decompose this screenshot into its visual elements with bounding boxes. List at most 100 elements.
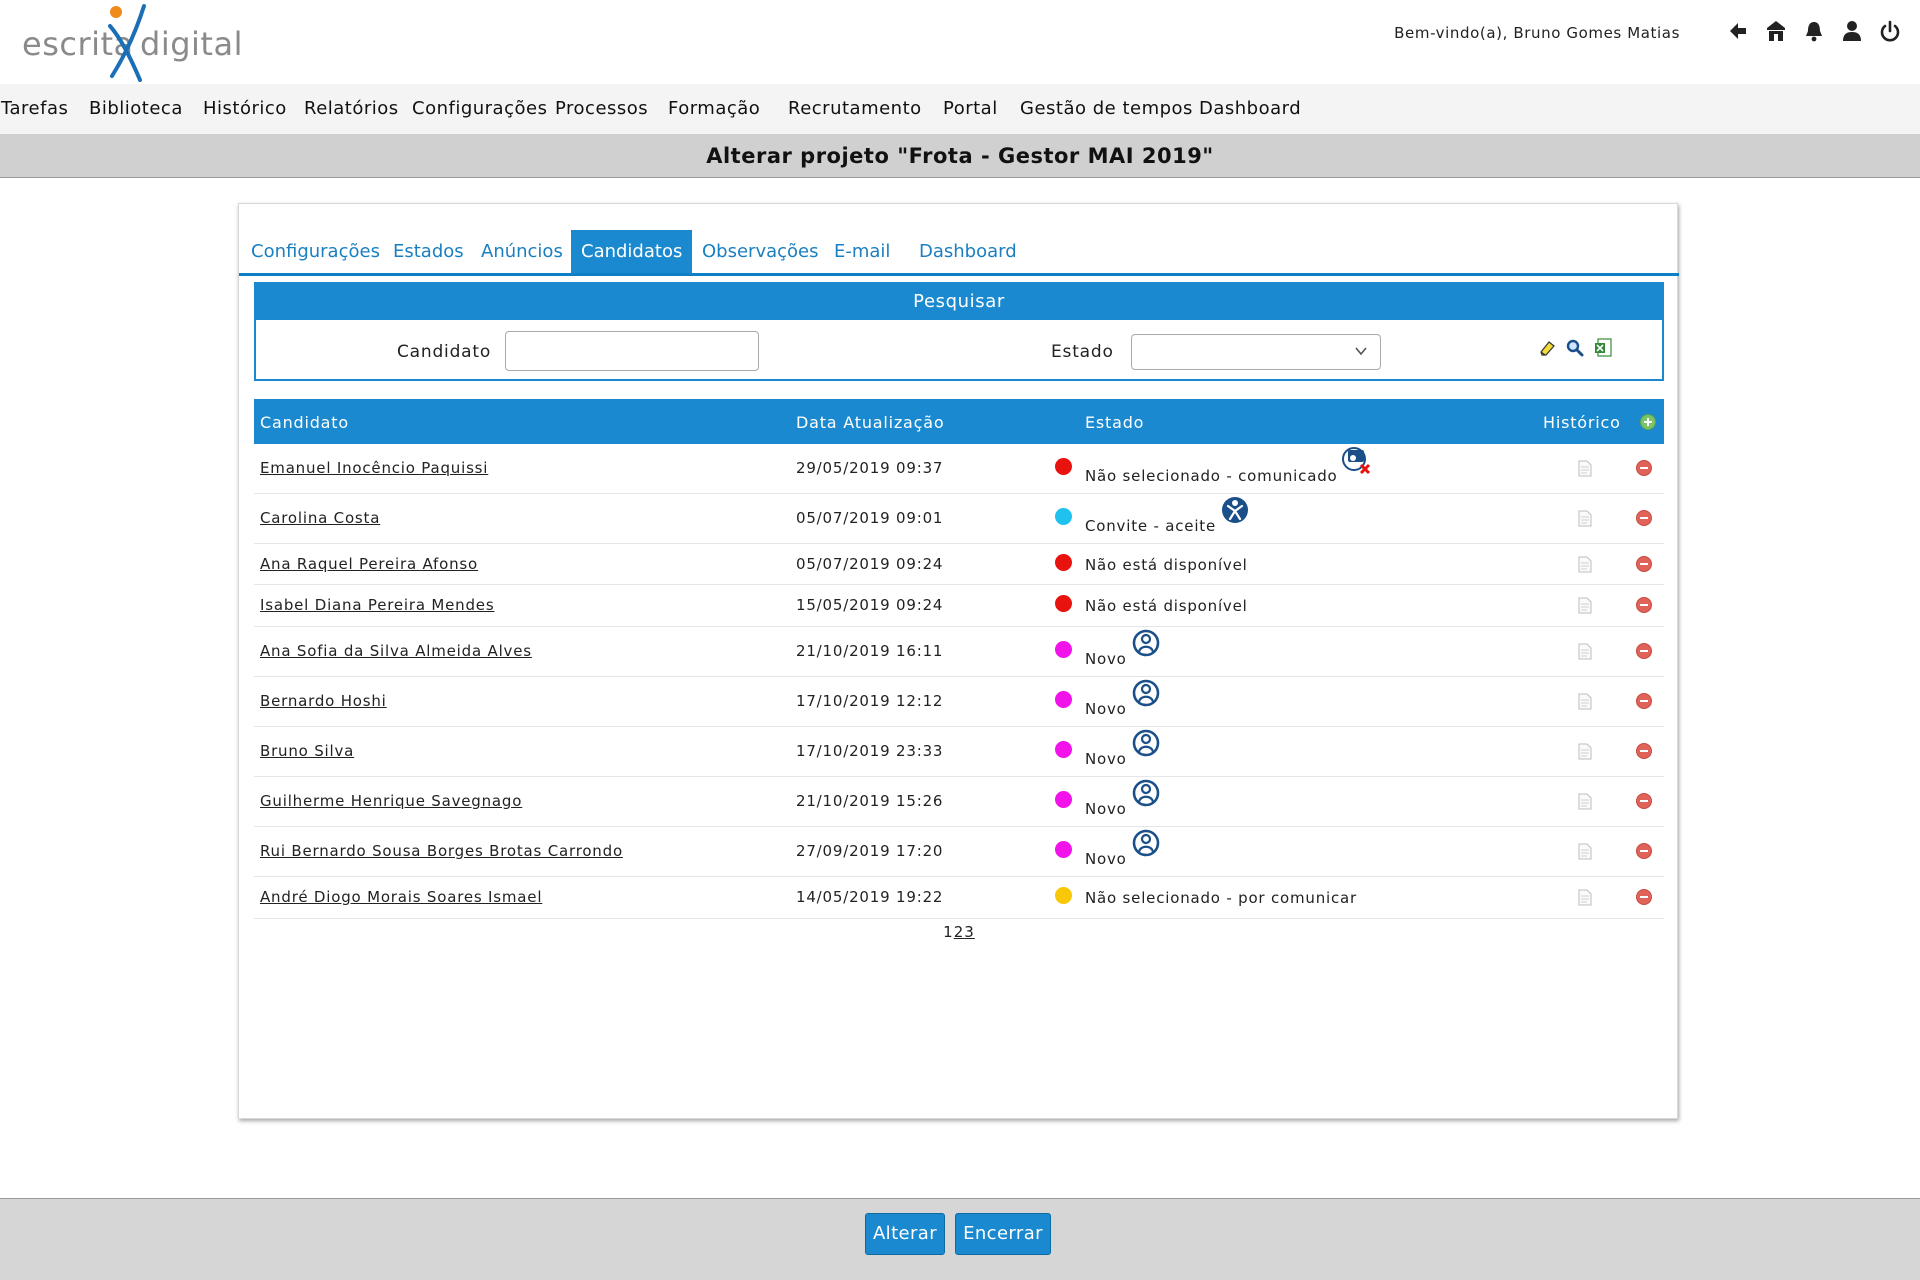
tab-dashboard[interactable]: Dashboard xyxy=(909,230,1027,273)
tab-observacoes[interactable]: Observações xyxy=(692,230,829,273)
remove-candidate-icon[interactable] xyxy=(1636,793,1652,809)
history-document-icon[interactable] xyxy=(1578,843,1592,860)
candidate-name-link[interactable]: Bernardo Hoshi xyxy=(260,692,387,710)
updated-date: 05/07/2019 09:24 xyxy=(796,555,944,573)
back-arrow-icon[interactable] xyxy=(1726,18,1750,44)
candidate-filter-label: Candidato xyxy=(397,342,492,362)
nav-item-configuracoes[interactable]: Configurações xyxy=(412,98,547,119)
page-title-bar: Alterar projeto "Frota - Gestor MAI 2019… xyxy=(0,134,1920,178)
nav-item-biblioteca[interactable]: Biblioteca xyxy=(89,98,183,119)
table-row: Ana Sofia da Silva Almeida Alves 21/10/20… xyxy=(254,627,1664,677)
candidate-state: Não está disponível xyxy=(1085,597,1248,615)
table-row: Bernardo Hoshi 17/10/2019 12:12 Novo xyxy=(254,677,1664,727)
candidate-name-link[interactable]: Isabel Diana Pereira Mendes xyxy=(260,596,494,614)
invite-accepted-icon xyxy=(1220,495,1250,529)
remove-candidate-icon[interactable] xyxy=(1636,843,1652,859)
status-dot xyxy=(1055,595,1072,612)
close-project-button[interactable]: Encerrar xyxy=(955,1213,1051,1255)
column-header-updated[interactable]: Data Atualização xyxy=(796,413,944,432)
remove-candidate-icon[interactable] xyxy=(1636,510,1652,526)
history-document-icon[interactable] xyxy=(1578,743,1592,760)
history-document-icon[interactable] xyxy=(1578,793,1592,810)
candidate-name-link[interactable]: Guilherme Henrique Savegnago xyxy=(260,792,522,810)
nav-item-dashboard[interactable]: Dashboard xyxy=(1199,98,1301,119)
nav-item-portal[interactable]: Portal xyxy=(943,98,998,119)
nav-item-recrutamento[interactable]: Recrutamento xyxy=(788,98,922,119)
column-header-candidate[interactable]: Candidato xyxy=(260,413,349,432)
column-header-state[interactable]: Estado xyxy=(1085,413,1144,432)
search-icon[interactable] xyxy=(1564,337,1586,359)
remove-candidate-icon[interactable] xyxy=(1636,556,1652,572)
remove-candidate-icon[interactable] xyxy=(1636,743,1652,759)
history-document-icon[interactable] xyxy=(1578,597,1592,614)
tab-email[interactable]: E-mail xyxy=(824,230,900,273)
new-candidate-icon xyxy=(1131,778,1161,812)
table-row: Ana Raquel Pereira Afonso 05/07/2019 09:2… xyxy=(254,544,1664,585)
header-icons xyxy=(1726,18,1902,44)
table-row: Guilherme Henrique Savegnago 21/10/2019 1… xyxy=(254,777,1664,827)
remove-candidate-icon[interactable] xyxy=(1636,643,1652,659)
status-dot xyxy=(1055,554,1072,571)
remove-candidate-icon[interactable] xyxy=(1636,460,1652,476)
page-link-3[interactable]: 3 xyxy=(964,923,975,941)
state-filter-label: Estado xyxy=(1051,342,1114,362)
candidate-name-link[interactable]: Bruno Silva xyxy=(260,742,354,760)
page-link-2[interactable]: 2 xyxy=(954,923,965,941)
candidate-name-link[interactable]: Rui Bernardo Sousa Borges Brotas Carrond… xyxy=(260,842,623,860)
nav-item-historico[interactable]: Histórico xyxy=(203,98,287,119)
history-document-icon[interactable] xyxy=(1578,510,1592,527)
history-document-icon[interactable] xyxy=(1578,693,1592,710)
excel-export-icon[interactable] xyxy=(1592,337,1614,359)
nav-item-relatorios[interactable]: Relatórios xyxy=(304,98,399,119)
nav-item-gestao-de-tempos[interactable]: Gestão de tempos xyxy=(1020,98,1193,119)
updated-date: 17/10/2019 12:12 xyxy=(796,692,944,710)
new-candidate-icon xyxy=(1131,678,1161,712)
power-icon[interactable] xyxy=(1878,18,1902,44)
candidate-state: Não selecionado - por comunicar xyxy=(1085,889,1357,907)
nav-item-tarefas[interactable]: Tarefas xyxy=(1,98,68,119)
eraser-icon[interactable] xyxy=(1536,337,1558,359)
bell-icon[interactable] xyxy=(1802,18,1826,44)
search-tools xyxy=(1536,337,1614,359)
candidate-name-link[interactable]: Emanuel Inocêncio Paquissi xyxy=(260,459,488,477)
pagination: 123 xyxy=(254,923,1664,941)
tab-configuracoes[interactable]: Configurações xyxy=(241,230,390,273)
candidate-name-link[interactable]: Ana Raquel Pereira Afonso xyxy=(260,555,478,573)
add-candidate-icon[interactable] xyxy=(1640,414,1656,430)
logo-text-digital: digital xyxy=(140,25,243,63)
user-icon[interactable] xyxy=(1840,18,1864,44)
status-dot xyxy=(1055,641,1072,658)
updated-date: 21/10/2019 15:26 xyxy=(796,792,944,810)
tab-estados[interactable]: Estados xyxy=(383,230,474,273)
nav-item-processos[interactable]: Processos xyxy=(555,98,648,119)
candidate-name-link[interactable]: André Diogo Morais Soares Ismael xyxy=(260,888,542,906)
remove-candidate-icon[interactable] xyxy=(1636,889,1652,905)
table-body: Emanuel Inocêncio Paquissi 29/05/2019 09:… xyxy=(254,444,1664,919)
candidate-filter-input[interactable] xyxy=(505,331,759,371)
history-document-icon[interactable] xyxy=(1578,556,1592,573)
remove-candidate-icon[interactable] xyxy=(1636,693,1652,709)
history-document-icon[interactable] xyxy=(1578,643,1592,660)
app-logo[interactable]: escrita digital xyxy=(22,0,242,84)
candidate-name-link[interactable]: Ana Sofia da Silva Almeida Alves xyxy=(260,642,532,660)
history-document-icon[interactable] xyxy=(1578,460,1592,477)
candidate-state: Novo xyxy=(1085,850,1127,868)
updated-date: 15/05/2019 09:24 xyxy=(796,596,944,614)
remove-candidate-icon[interactable] xyxy=(1636,597,1652,613)
save-button[interactable]: Alterar xyxy=(865,1213,945,1255)
table-row: André Diogo Morais Soares Ismael 14/05/20… xyxy=(254,877,1664,919)
updated-date: 14/05/2019 19:22 xyxy=(796,888,944,906)
candidate-name-link[interactable]: Carolina Costa xyxy=(260,509,380,527)
table-row: Carolina Costa 05/07/2019 09:01 Convite - … xyxy=(254,494,1664,544)
history-document-icon[interactable] xyxy=(1578,889,1592,906)
home-icon[interactable] xyxy=(1764,18,1788,44)
table-row: Emanuel Inocêncio Paquissi 29/05/2019 09:… xyxy=(254,444,1664,494)
updated-date: 05/07/2019 09:01 xyxy=(796,509,944,527)
status-dot xyxy=(1055,887,1072,904)
tab-anuncios[interactable]: Anúncios xyxy=(471,230,573,273)
page-link-1[interactable]: 1 xyxy=(943,923,954,941)
nav-item-formacao[interactable]: Formação xyxy=(668,98,760,119)
state-filter-select[interactable] xyxy=(1131,334,1381,370)
tab-candidatos[interactable]: Candidatos xyxy=(571,230,693,273)
status-dot xyxy=(1055,691,1072,708)
